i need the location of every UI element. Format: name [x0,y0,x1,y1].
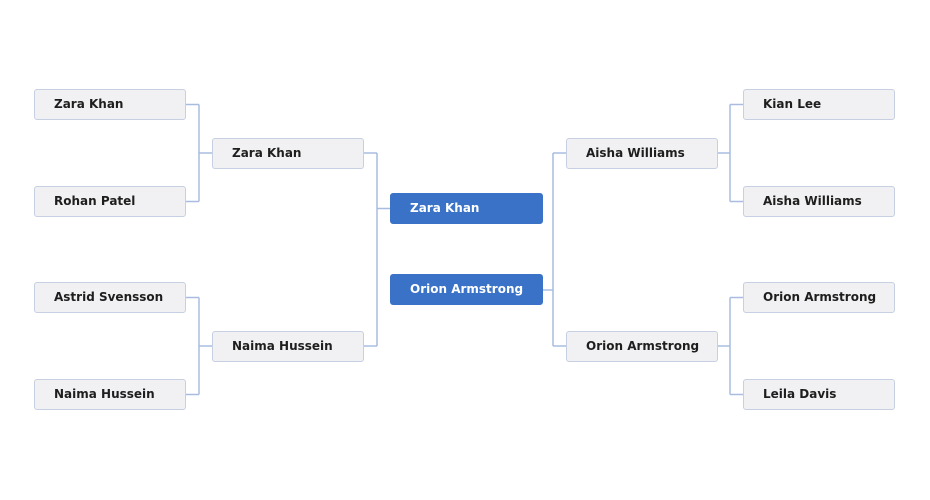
final-player-2[interactable]: Orion Armstrong [390,274,543,305]
bracket-connectors [186,103,743,396]
left-round1-match-1[interactable]: Zara Khan [34,89,186,120]
right-round1-match-4[interactable]: Leila Davis [743,379,895,410]
left-round1-match-2[interactable]: Rohan Patel [34,186,186,217]
right-semifinal-2[interactable]: Orion Armstrong [566,331,718,362]
left-semifinal-2[interactable]: Naima Hussein [212,331,364,362]
left-round1-match-3[interactable]: Astrid Svensson [34,282,186,313]
right-round1-match-3[interactable]: Orion Armstrong [743,282,895,313]
right-round1-match-2[interactable]: Aisha Williams [743,186,895,217]
left-round1-match-4[interactable]: Naima Hussein [34,379,186,410]
left-semifinal-1[interactable]: Zara Khan [212,138,364,169]
final-player-1[interactable]: Zara Khan [390,193,543,224]
right-round1-match-1[interactable]: Kian Lee [743,89,895,120]
right-semifinal-1[interactable]: Aisha Williams [566,138,718,169]
